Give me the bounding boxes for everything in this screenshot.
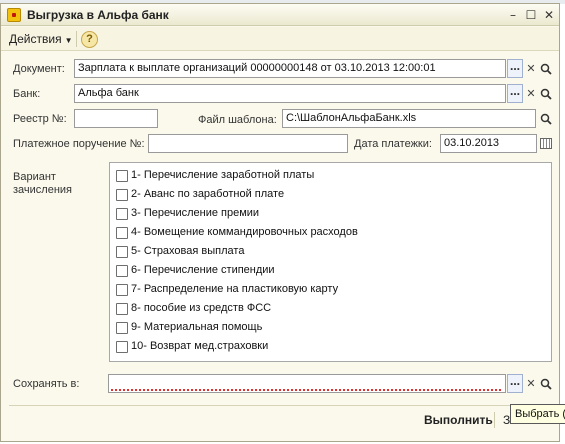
variant-item-label: 7- Распределение на пластиковую карту (131, 283, 339, 295)
actions-menu-button[interactable]: Действия ▼ (9, 32, 73, 46)
select-tooltip: Выбрать ( (510, 404, 565, 424)
document-search-icon[interactable] (538, 59, 554, 78)
payment-order-label: Платежное поручение №: (13, 138, 145, 150)
checkbox[interactable] (116, 170, 128, 182)
footer-divider (9, 405, 553, 406)
toolbar-divider (76, 31, 77, 47)
required-field-underline (111, 389, 503, 391)
checkbox[interactable] (116, 284, 128, 296)
variant-item-label: 1- Перечисление заработной платы (131, 169, 315, 181)
checkbox[interactable] (116, 341, 128, 353)
checkbox[interactable] (116, 208, 128, 220)
variant-item-label: 3- Перечисление премии (131, 207, 260, 219)
registry-label: Реестр №: (13, 113, 67, 125)
variant-item-label: 10- Возврат мед.страховки (131, 340, 269, 352)
template-label: Файл шаблона: (198, 114, 277, 126)
checkbox[interactable] (116, 189, 128, 201)
app-icon (7, 8, 21, 22)
variant-item-label: 6- Перечисление стипендии (131, 264, 275, 276)
variant-item-label: 8- пособие из средств ФСС (131, 302, 272, 314)
variant-checkbox-list: 1- Перечисление заработной платы 2- Аван… (109, 162, 552, 362)
button-divider (494, 412, 495, 428)
document-field[interactable]: Зарплата к выплате организаций 000000001… (74, 59, 506, 78)
payment-date-label: Дата платежки: (354, 138, 432, 150)
help-button[interactable]: ? (81, 31, 98, 48)
bank-search-icon[interactable] (538, 84, 554, 103)
run-button[interactable]: Выполнить (424, 413, 493, 427)
payment-order-field[interactable] (148, 134, 348, 153)
checkbox[interactable] (116, 322, 128, 334)
template-field[interactable]: C:\ШаблонАльфаБанк.xls (282, 109, 536, 128)
export-dialog: Выгрузка в Альфа банк – ☐ ✕ Действия ▼ ? … (0, 3, 560, 442)
variant-item-label: 2- Аванс по заработной плате (131, 188, 285, 200)
variant-label-line2: зачисления (13, 184, 73, 196)
minimize-button[interactable]: – (505, 7, 521, 23)
template-search-icon[interactable] (538, 109, 554, 128)
variant-label-line1: Вариант (13, 171, 56, 183)
registry-field[interactable] (74, 109, 158, 128)
variant-item-label: 4- Вомещение коммандировочных расходов (131, 226, 358, 238)
variant-item-label: 5- Страховая выплата (131, 245, 245, 257)
save-to-search-icon[interactable] (538, 374, 554, 393)
variant-item-label: 9- Материальная помощь (131, 321, 263, 333)
checkbox[interactable] (116, 265, 128, 277)
document-clear-button[interactable]: ✕ (523, 59, 539, 78)
toolbar: Действия ▼ ? (1, 27, 559, 51)
save-to-select-button[interactable]: … (507, 374, 523, 393)
save-to-clear-button[interactable]: ✕ (523, 374, 539, 393)
checkbox[interactable] (116, 246, 128, 258)
window-title: Выгрузка в Альфа банк (27, 8, 169, 22)
close-window-button[interactable]: ✕ (541, 7, 557, 23)
document-label: Документ: (13, 63, 65, 75)
bank-select-button[interactable]: … (507, 84, 523, 103)
bank-clear-button[interactable]: ✕ (523, 84, 539, 103)
payment-date-field[interactable]: 03.10.2013 (440, 134, 537, 153)
checkbox[interactable] (116, 227, 128, 239)
title-bar: Выгрузка в Альфа банк – ☐ ✕ (1, 4, 559, 26)
checkbox[interactable] (116, 303, 128, 315)
bank-field[interactable]: Альфа банк (74, 84, 506, 103)
actions-menu-label: Действия (9, 32, 62, 46)
calendar-icon[interactable] (540, 138, 552, 149)
maximize-button[interactable]: ☐ (523, 7, 539, 23)
chevron-down-icon: ▼ (64, 36, 73, 45)
document-select-button[interactable]: … (507, 59, 523, 78)
bank-label: Банк: (13, 88, 41, 100)
save-to-label: Сохранять в: (13, 378, 80, 390)
